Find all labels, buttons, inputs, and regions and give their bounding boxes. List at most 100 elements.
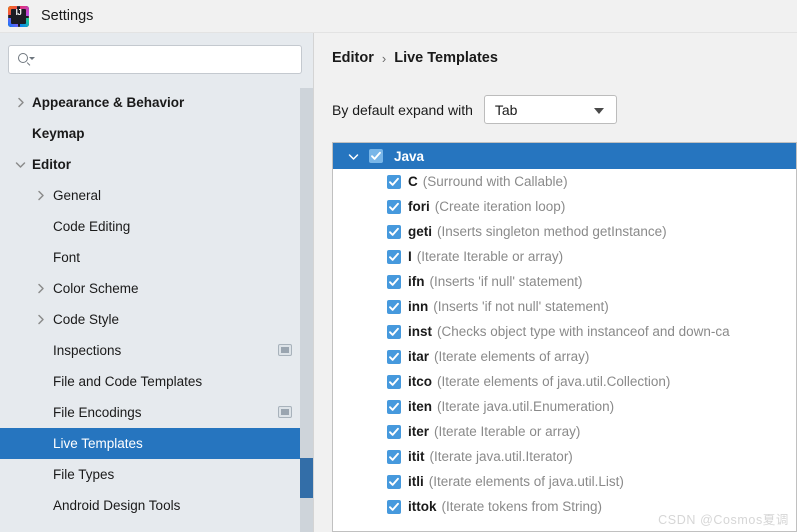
- sidebar-item-font[interactable]: Font: [0, 242, 314, 273]
- settings-sidebar: Appearance & Behavior Keymap Editor General…: [0, 33, 314, 532]
- sidebar-scrollbar-thumb[interactable]: [300, 458, 313, 498]
- search-box[interactable]: [8, 45, 302, 74]
- template-abbreviation: ittok: [408, 499, 437, 514]
- search-icon[interactable]: [18, 52, 36, 67]
- chevron-down-icon[interactable]: [14, 158, 27, 171]
- chevron-down-icon[interactable]: [347, 150, 359, 162]
- sidebar-item-label: Android Design Tools: [53, 498, 181, 513]
- breadcrumb-separator-icon: ›: [381, 50, 387, 66]
- template-row[interactable]: C (Surround with Callable): [333, 169, 796, 194]
- sidebar-item-label: File Encodings: [53, 405, 142, 420]
- sidebar-item-file-encodings[interactable]: File Encodings: [0, 397, 314, 428]
- chevron-right-icon[interactable]: [14, 96, 27, 109]
- template-checkbox[interactable]: [387, 274, 401, 289]
- sidebar-item-keymap[interactable]: Keymap: [0, 118, 314, 149]
- template-row[interactable]: iten (Iterate java.util.Enumeration): [333, 394, 796, 419]
- template-abbreviation: itli: [408, 474, 424, 489]
- template-row[interactable]: ifn (Inserts 'if null' statement): [333, 269, 796, 294]
- template-abbreviation: iter: [408, 424, 430, 439]
- template-abbreviation: geti: [408, 224, 433, 239]
- sidebar-item-live-templates[interactable]: Live Templates: [0, 428, 314, 459]
- template-abbreviation: itit: [408, 449, 425, 464]
- chevron-down-icon[interactable]: [593, 108, 604, 114]
- template-abbreviation: iten: [408, 399, 433, 414]
- sidebar-tree: Appearance & Behavior Keymap Editor General…: [0, 87, 314, 532]
- sidebar-item-editor[interactable]: Editor: [0, 149, 314, 180]
- template-checkbox[interactable]: [387, 299, 401, 314]
- template-row[interactable]: iter (Iterate Iterable or array): [333, 419, 796, 444]
- template-row[interactable]: geti (Inserts singleton method getInstanc…: [333, 219, 796, 244]
- template-checkbox[interactable]: [387, 324, 401, 339]
- template-row[interactable]: itit (Iterate java.util.Iterator): [333, 444, 796, 469]
- template-checkbox[interactable]: [387, 424, 401, 439]
- live-templates-list: Java C (Surround with Callable) fori (Create…: [333, 143, 796, 519]
- scope-badge-icon: [278, 406, 292, 418]
- scope-badge-icon: [278, 344, 292, 356]
- template-row[interactable]: itco (Iterate elements of java.util.Colle…: [333, 369, 796, 394]
- sidebar-item-android-design-tools[interactable]: Android Design Tools: [0, 490, 314, 521]
- template-checkbox[interactable]: [387, 349, 401, 364]
- template-checkbox[interactable]: [387, 224, 401, 239]
- template-checkbox[interactable]: [387, 474, 401, 489]
- template-checkbox[interactable]: [387, 174, 401, 189]
- sidebar-item-inspections[interactable]: Inspections: [0, 335, 314, 366]
- template-row[interactable]: fori (Create iteration loop): [333, 194, 796, 219]
- template-row[interactable]: inn (Inserts 'if not null' statement): [333, 294, 796, 319]
- sidebar-item-label: Live Templates: [53, 436, 143, 451]
- template-abbreviation: fori: [408, 199, 430, 214]
- template-description: (Create iteration loop): [434, 199, 566, 214]
- watermark: CSDN @Cosmos夏调: [658, 513, 789, 527]
- template-description: (Iterate java.util.Iterator): [429, 449, 573, 464]
- expand-with-row: By default expand with Tab: [332, 95, 617, 124]
- template-row[interactable]: itar (Iterate elements of array): [333, 344, 796, 369]
- sidebar-item-file-and-code-templates[interactable]: File and Code Templates: [0, 366, 314, 397]
- sidebar-item-label: Code Editing: [53, 219, 131, 234]
- sidebar-item-appearance-behavior[interactable]: Appearance & Behavior: [0, 87, 314, 118]
- sidebar-item-code-editing[interactable]: Code Editing: [0, 211, 314, 242]
- template-checkbox[interactable]: [387, 499, 401, 514]
- template-abbreviation: itar: [408, 349, 430, 364]
- sidebar-item-label: File and Code Templates: [53, 374, 203, 389]
- template-description: (Iterate elements of array): [434, 349, 590, 364]
- template-row[interactable]: itli (Iterate elements of java.util.List): [333, 469, 796, 494]
- template-checkbox[interactable]: [387, 199, 401, 214]
- sidebar-item-label: Keymap: [32, 126, 85, 141]
- chevron-right-icon[interactable]: [34, 189, 47, 202]
- sidebar-item-file-types[interactable]: File Types: [0, 459, 314, 490]
- template-description: (Iterate elements of java.util.List): [428, 474, 624, 489]
- template-abbreviation: I: [408, 249, 412, 264]
- expand-with-dropdown[interactable]: Tab: [483, 95, 617, 124]
- template-checkbox[interactable]: [387, 249, 401, 264]
- sidebar-item-color-scheme[interactable]: Color Scheme: [0, 273, 314, 304]
- sidebar-item-label: Code Style: [53, 312, 120, 327]
- breadcrumb-current: Live Templates: [394, 50, 498, 66]
- chevron-right-icon[interactable]: [34, 313, 47, 326]
- sidebar-item-code-style[interactable]: Code Style: [0, 304, 314, 335]
- breadcrumb-root[interactable]: Editor: [332, 50, 374, 66]
- template-abbreviation: ifn: [408, 274, 425, 289]
- template-row[interactable]: inst (Checks object type with instanceof …: [333, 319, 796, 344]
- title-bar: IJ Settings: [0, 0, 797, 33]
- template-description: (Inserts 'if not null' statement): [433, 299, 609, 314]
- template-description: (Inserts singleton method getInstance): [437, 224, 667, 239]
- template-description: (Iterate Iterable or array): [434, 424, 581, 439]
- template-abbreviation: inst: [408, 324, 433, 339]
- sidebar-item-general[interactable]: General: [0, 180, 314, 211]
- template-checkbox[interactable]: [387, 399, 401, 414]
- settings-dialog: IJ Settings Appearance & Behavior Keymap E…: [0, 0, 797, 532]
- template-checkbox[interactable]: [387, 449, 401, 464]
- template-group-checkbox[interactable]: [369, 149, 383, 163]
- template-abbreviation: C: [408, 174, 418, 189]
- template-checkbox[interactable]: [387, 374, 401, 389]
- template-description: (Iterate Iterable or array): [416, 249, 564, 264]
- sidebar-item-label: File Types: [53, 467, 115, 482]
- chevron-right-icon[interactable]: [34, 282, 47, 295]
- template-description: (Checks object type with instanceof and …: [437, 324, 730, 339]
- search-input[interactable]: [36, 46, 301, 73]
- sidebar-item-label: Editor: [32, 157, 71, 172]
- sidebar-item-label: Inspections: [53, 343, 122, 358]
- window-title: Settings: [41, 8, 94, 24]
- template-row[interactable]: I (Iterate Iterable or array): [333, 244, 796, 269]
- template-description: (Inserts 'if null' statement): [429, 274, 583, 289]
- template-group-row-java[interactable]: Java: [333, 143, 796, 169]
